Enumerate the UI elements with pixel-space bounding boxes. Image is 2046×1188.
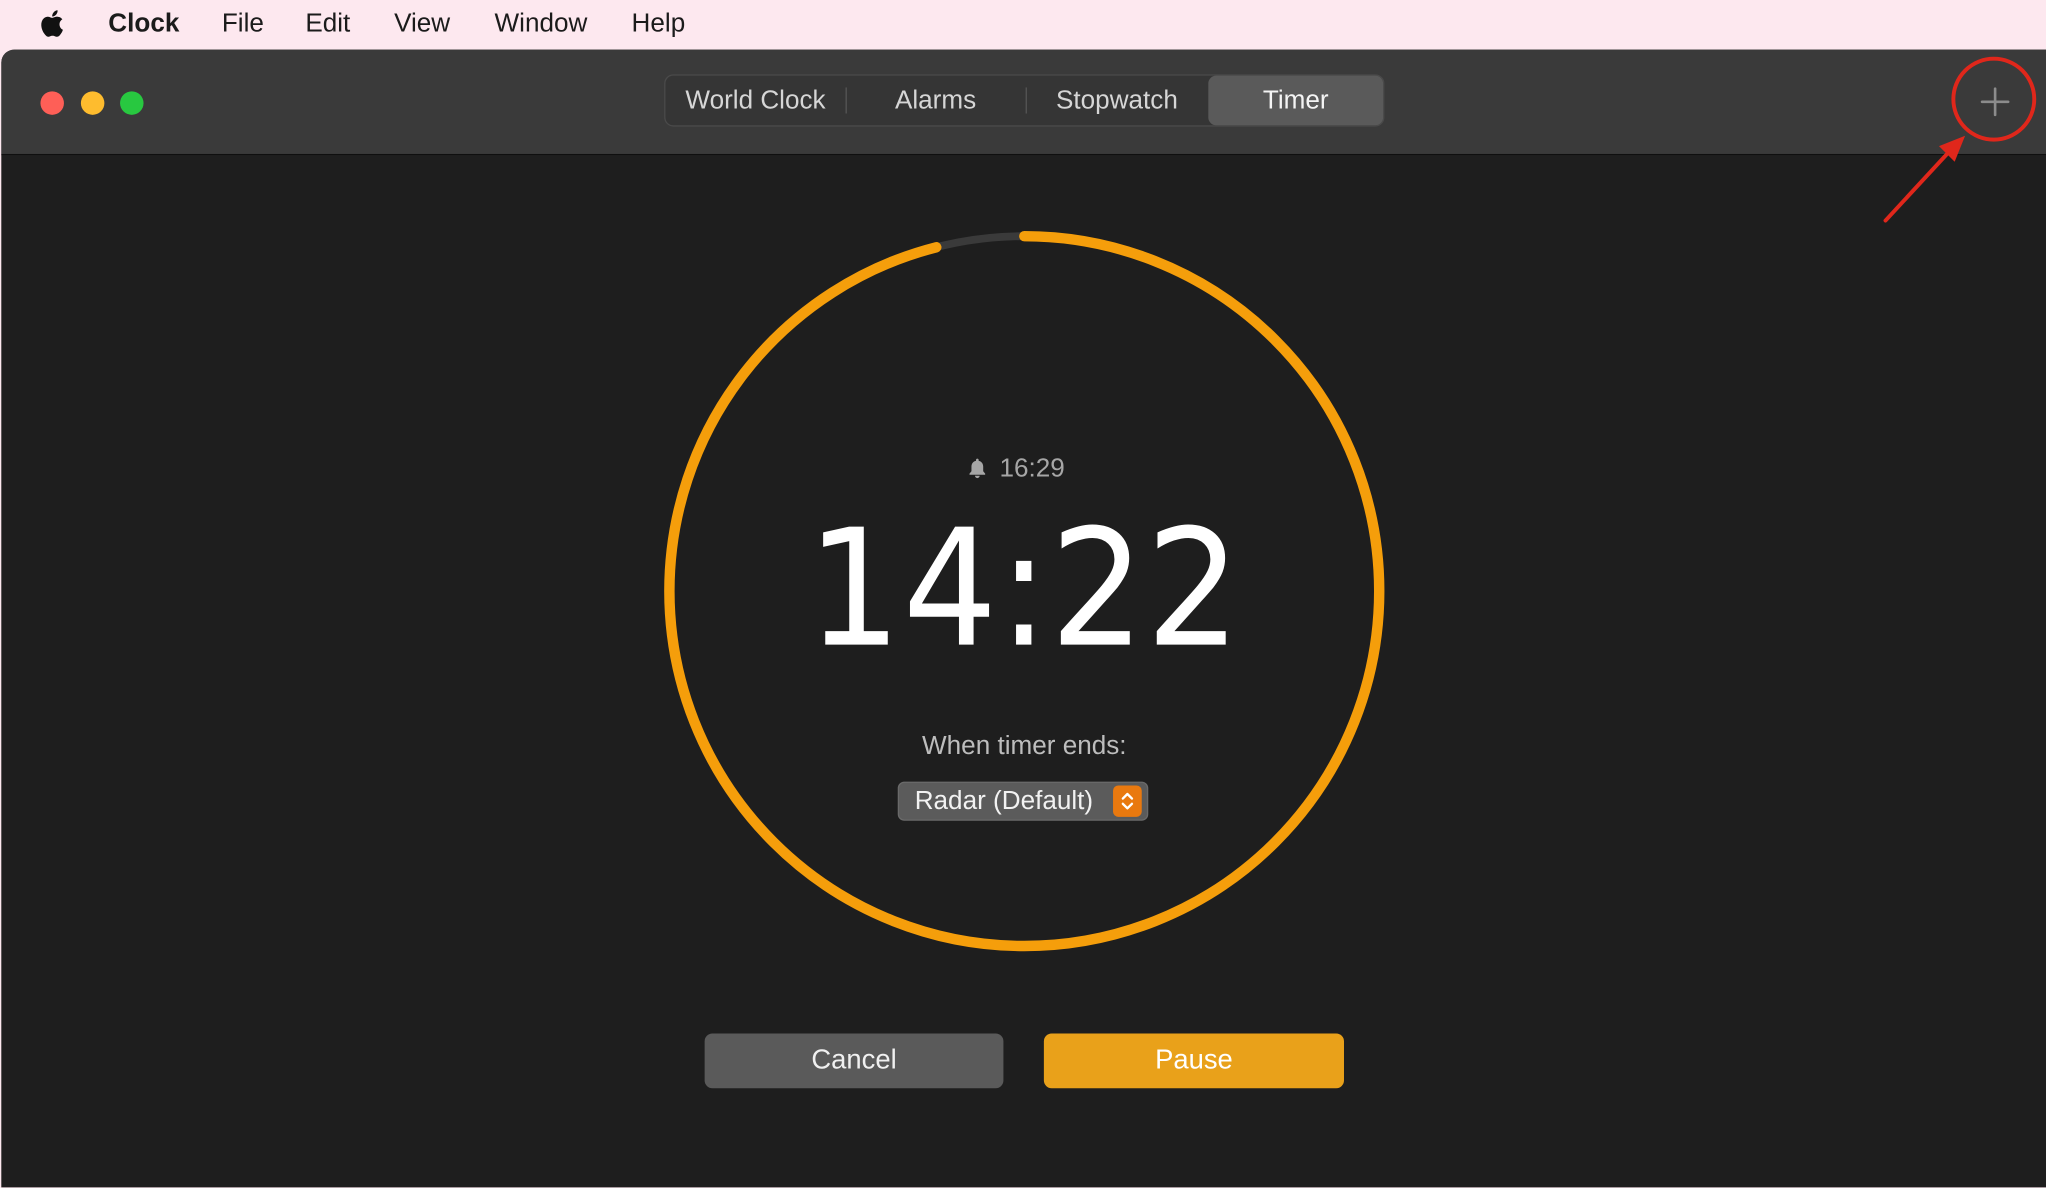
bell-icon (969, 458, 986, 479)
timer-sound-value: Radar (Default) (914, 786, 1094, 815)
pause-button[interactable]: Pause (1043, 1033, 1344, 1089)
screen: Clock File Edit View Window Help World C… (0, 0, 2046, 1188)
timer-sound-select[interactable]: Radar (Default) (897, 781, 1149, 821)
timer-ends-label: When timer ends: (922, 732, 1127, 761)
chevron-up-down-icon (1113, 785, 1142, 817)
cancel-button[interactable]: Cancel (704, 1033, 1004, 1089)
alarm-time: 16:29 (966, 451, 1065, 485)
countdown-display: 14:22 (806, 495, 1242, 684)
alarm-time-value: 16:29 (999, 453, 1065, 483)
